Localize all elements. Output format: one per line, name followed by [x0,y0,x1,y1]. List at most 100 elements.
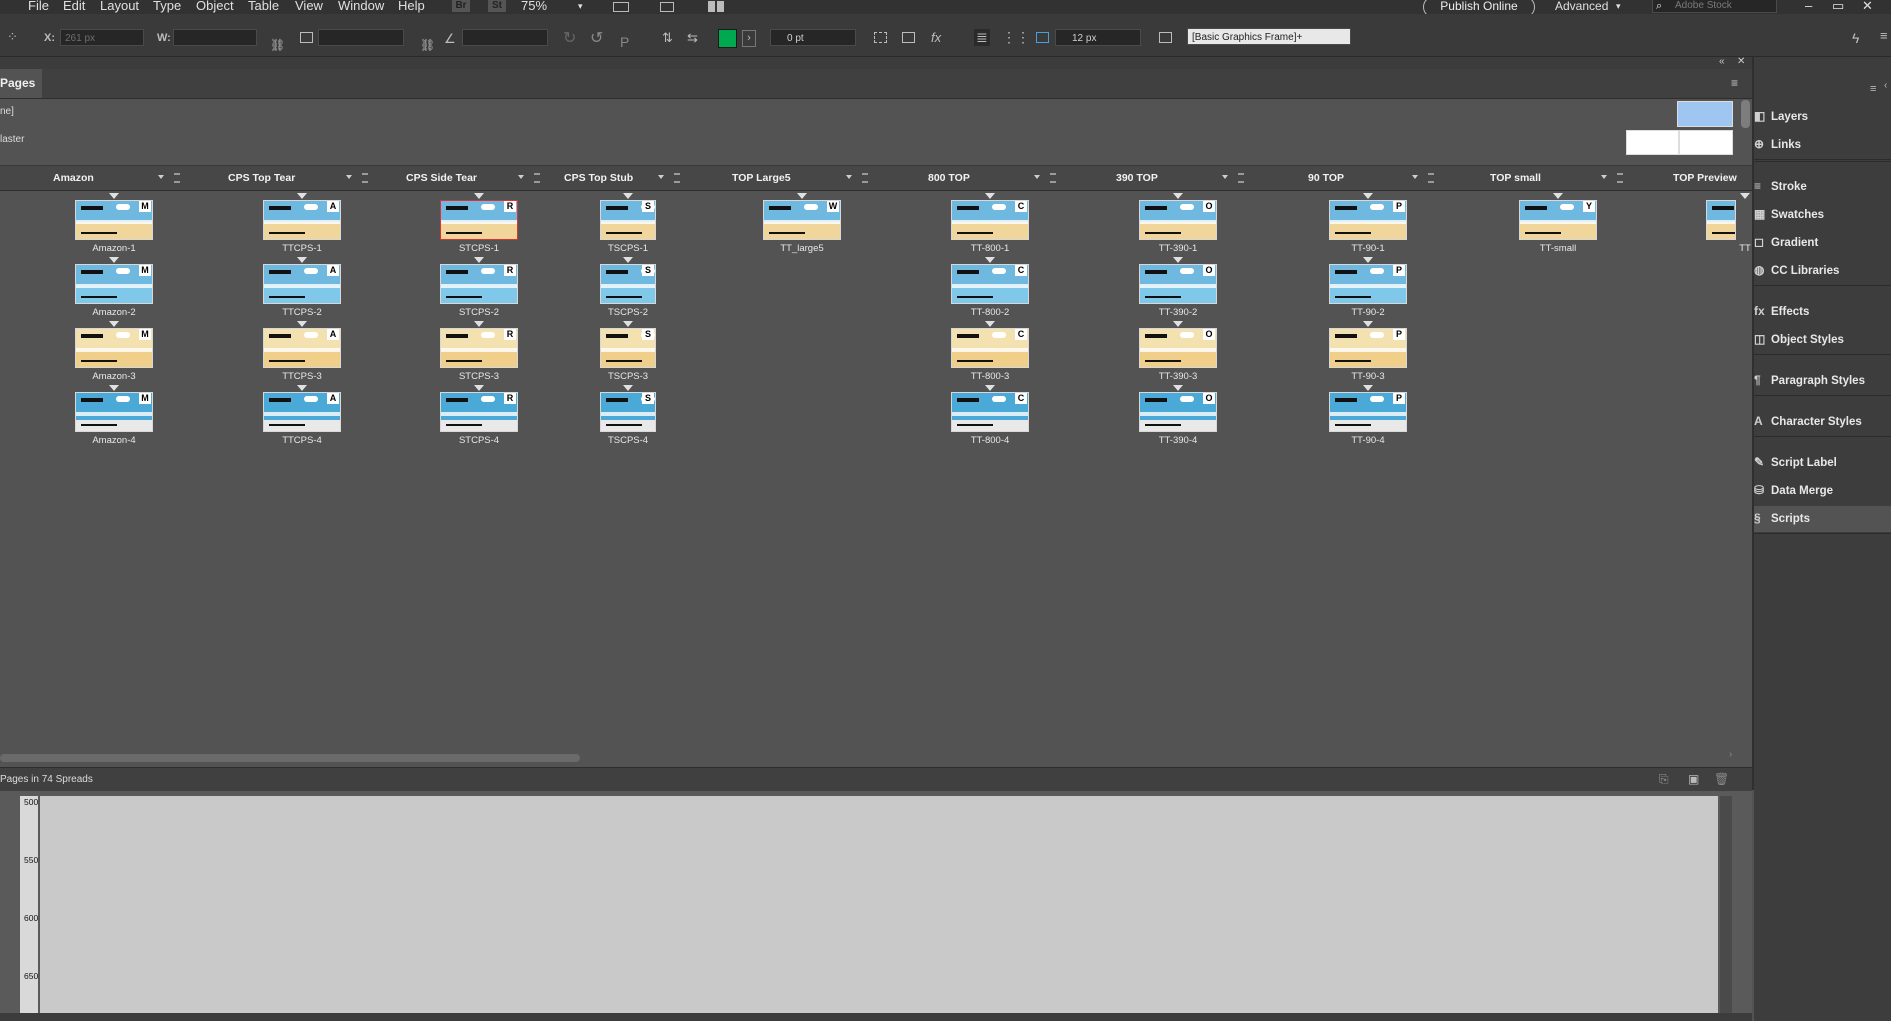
align-text-icon[interactable]: ≣ [974,29,990,46]
chevron-down-icon[interactable] [346,175,352,179]
dock-item-swatches[interactable]: ▦ Swatches [1754,202,1891,228]
gap-field[interactable]: 12 px [1055,29,1141,46]
scale-field[interactable] [318,29,404,46]
flip-icon[interactable]: P [620,34,629,50]
flip-horizontal-icon[interactable]: ⇅ [662,30,673,46]
constrain-proportions-icon[interactable]: ⛓ [270,38,285,52]
rotate-cw-icon[interactable]: ↻ [563,28,576,48]
rotation-field[interactable] [462,29,548,46]
dock-item-scripts[interactable]: § Scripts [1754,506,1891,532]
delete-page-icon[interactable]: 🗑 [1714,768,1729,791]
page-thumbnail[interactable]: M [75,392,153,432]
dock-item-script-label[interactable]: ✎ Script Label [1754,450,1891,476]
dock-item-layers[interactable]: ◧ Layers [1754,104,1891,130]
vertical-scrollbar[interactable] [1720,796,1732,1021]
page-thumbnail[interactable]: A [263,200,341,240]
chevron-down-icon[interactable]: ▾ [1616,0,1621,13]
stroke-box-icon[interactable] [902,32,915,43]
master-scrollbar[interactable] [1741,100,1750,128]
dock-item-data-merge[interactable]: ⛁ Data Merge [1754,478,1891,504]
master-thumbnail-left[interactable] [1626,130,1679,155]
dock-item-paragraph-styles[interactable]: ¶ Paragraph Styles [1754,368,1891,394]
new-page-icon[interactable]: ▣ [1688,768,1699,791]
page-thumbnail[interactable]: C [951,264,1029,304]
chevron-down-icon[interactable] [1412,175,1418,179]
chevron-down-icon[interactable]: ▾ [578,0,583,13]
page-thumbnail[interactable]: M [75,328,153,368]
master-thumbnail-right[interactable] [1679,130,1733,155]
bridge-button[interactable]: Br [452,0,470,12]
close-icon[interactable]: ✕ [1862,0,1873,13]
column-cps-side-tear[interactable]: CPS Side Tear [406,166,477,190]
dock-item-character-styles[interactable]: A Character Styles [1754,409,1891,435]
dock-item-links[interactable]: ⊕ Links [1754,132,1891,158]
chevron-down-icon[interactable] [518,175,524,179]
column-resize-grip-icon[interactable] [362,173,368,183]
panel-options-icon[interactable]: ≡ [1731,76,1738,90]
menu-edit[interactable]: Edit [63,0,85,13]
column-cps-top-tear[interactable]: CPS Top Tear [228,166,295,190]
dock-item-cc-libraries[interactable]: ◍ CC Libraries [1754,258,1891,284]
edit-page-size-icon[interactable]: ⎘ [1659,768,1669,791]
page-thumbnail[interactable]: A [263,264,341,304]
menu-help[interactable]: Help [398,0,425,13]
page-thumbnail[interactable]: R [440,328,518,368]
frame-fitting-icon[interactable] [874,32,887,43]
constrain-scale-icon[interactable]: ⛓ [420,38,435,52]
maximize-icon[interactable]: ▭ [1832,0,1844,13]
menu-table[interactable]: Table [248,0,279,13]
menu-layout[interactable]: Layout [100,0,139,13]
effects-fx-icon[interactable]: fx [931,30,941,45]
flip-vertical-icon[interactable]: ⇆ [687,30,698,46]
page-thumbnail[interactable]: C [951,328,1029,368]
page-thumbnail[interactable]: P [1329,264,1407,304]
column-resize-grip-icon[interactable] [1617,173,1623,183]
rotate-ccw-icon[interactable]: ↺ [590,28,603,48]
column-resize-grip-icon[interactable] [862,173,868,183]
page-thumbnail[interactable]: R [440,264,518,304]
horizontal-scroll-thumb[interactable] [0,754,580,762]
vertical-ruler[interactable]: 500 550 600 650 [20,796,38,1021]
stroke-weight-field[interactable]: 0 pt [770,29,856,46]
page-thumbnail[interactable]: S [600,200,656,240]
column-resize-grip-icon[interactable] [174,173,180,183]
page-thumbnail[interactable]: O [1139,328,1217,368]
menu-window[interactable]: Window [338,0,384,13]
chevron-down-icon[interactable] [1601,175,1607,179]
arrange-documents-icon[interactable] [708,1,724,12]
page-thumbnail[interactable]: S [600,328,656,368]
dock-collapse-icon[interactable]: ‹ [1884,80,1887,91]
page-thumbnail[interactable]: S [600,264,656,304]
page-thumbnail[interactable]: O [1139,392,1217,432]
column-top-preview[interactable]: TOP Preview [1673,166,1737,190]
column-top-small[interactable]: TOP small [1490,166,1541,190]
pages-tab[interactable]: Pages [0,69,42,98]
page-thumbnail[interactable]: P [1329,328,1407,368]
column-layout-icon[interactable]: ⋮⋮ [1002,29,1030,46]
dock-item-object-styles[interactable]: ◫ Object Styles [1754,327,1891,353]
dock-item-effects[interactable]: fx Effects [1754,299,1891,325]
page-thumbnail[interactable]: P [1329,200,1407,240]
reference-point-icon[interactable]: ⁘ [7,29,18,45]
column-800-top[interactable]: 800 TOP [928,166,970,190]
column-390-top[interactable]: 390 TOP [1116,166,1158,190]
chevron-down-icon[interactable] [158,175,164,179]
page-thumbnail[interactable]: P [1329,392,1407,432]
document-canvas[interactable] [40,796,1718,1021]
page-thumbnail[interactable]: C [951,392,1029,432]
close-panel-icon[interactable]: ✕ [1737,56,1745,67]
lightning-icon[interactable]: ϟ [1852,30,1859,46]
page-thumbnail[interactable]: O [1139,264,1217,304]
dock-item-gradient[interactable]: ◻ Gradient [1754,230,1891,256]
fill-swatch[interactable] [718,29,737,48]
menu-type[interactable]: Type [153,0,181,13]
column-top-large5[interactable]: TOP Large5 [732,166,791,190]
width-field[interactable] [173,29,257,46]
column-90-top[interactable]: 90 TOP [1308,166,1344,190]
page-thumbnail[interactable]: Y [1519,200,1597,240]
screen-mode-icon[interactable] [613,2,629,12]
page-thumbnail[interactable]: O [1139,200,1217,240]
page-thumbnail[interactable]: W [763,200,841,240]
object-style-icon[interactable] [1159,32,1172,43]
stock-button[interactable]: St [488,0,506,12]
